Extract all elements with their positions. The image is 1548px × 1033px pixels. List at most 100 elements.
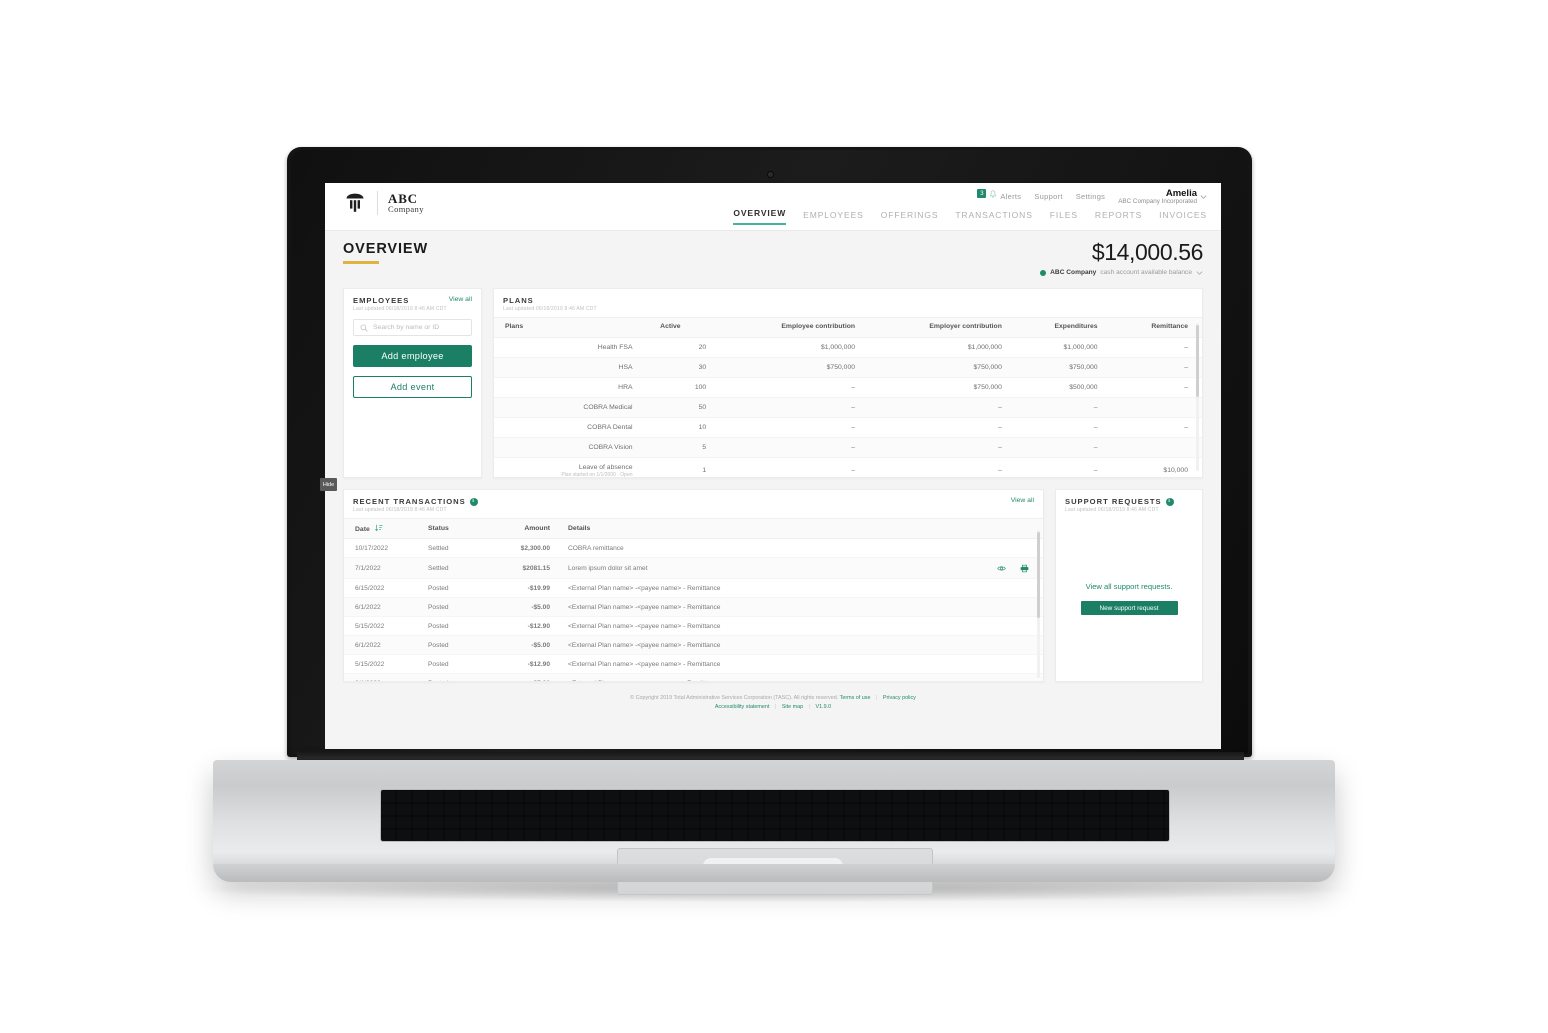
tab-invoices[interactable]: INVOICES — [1159, 210, 1207, 225]
cell-remittance — [1103, 397, 1202, 418]
cell-date: 6/1/2022 — [344, 673, 422, 681]
plans-table-head: Plans Active Employee contribution Emplo… — [494, 317, 1202, 338]
table-row[interactable]: COBRA Vision 5– – – — [494, 437, 1202, 458]
cell-plan-name[interactable]: COBRA Vision — [494, 437, 639, 458]
tab-offerings[interactable]: OFFERINGS — [881, 210, 939, 225]
view-icon[interactable] — [997, 564, 1006, 573]
col-expenditures[interactable]: Expenditures — [1007, 317, 1104, 338]
table-row[interactable]: 6/15/2022 Posted -$19.99 <External Plan nam… — [344, 578, 1043, 599]
terms-of-use-link[interactable]: Terms of use — [840, 695, 871, 701]
cell-active: 1 — [638, 457, 713, 477]
table-row[interactable]: 5/15/2022 Posted -$12.90 <External Plan nam… — [344, 654, 1043, 675]
settings-link[interactable]: Settings — [1076, 189, 1106, 201]
transactions-scrollbar-thumb[interactable] — [1037, 532, 1040, 618]
col-amount[interactable]: Amount — [488, 518, 556, 540]
cell-row-actions — [987, 597, 1043, 618]
cell-amount: $2,300.00 — [488, 538, 556, 559]
search-input[interactable] — [373, 324, 465, 332]
top-bar: ABC Company 3 Alerts Support Settings Am… — [325, 183, 1221, 231]
info-icon[interactable]: i — [469, 497, 478, 506]
page-body: OVERVIEW $14,000.56 ABC Company cash acc… — [325, 231, 1221, 720]
tab-reports[interactable]: REPORTS — [1095, 210, 1142, 225]
support-card-header: SUPPORT REQUESTS i Last updated 06/18/20… — [1056, 490, 1202, 518]
support-link[interactable]: Support — [1034, 189, 1062, 201]
plan-subtext: Plan started on 1/1/2000 · Open — [561, 471, 633, 478]
employees-last-updated: Last updated 06/18/2019 8:46 AM CDT — [353, 306, 447, 313]
accessibility-statement-link[interactable]: Accessibility statement — [715, 704, 770, 710]
add-event-button[interactable]: Add event — [353, 376, 472, 399]
col-active[interactable]: Active — [638, 317, 713, 338]
balance-caption-text: cash account available balance — [1100, 269, 1192, 276]
cell-amount: -$12.90 — [488, 654, 556, 675]
col-date[interactable]: Date — [344, 518, 422, 540]
tab-transactions[interactable]: TRANSACTIONS — [955, 210, 1032, 225]
main-nav: OVERVIEW EMPLOYEES OFFERINGS TRANSACTION… — [733, 208, 1207, 225]
col-plans[interactable]: Plans — [494, 317, 639, 338]
col-remittance[interactable]: Remittance — [1103, 317, 1202, 338]
table-row[interactable]: 6/1/2022Posted-$5.00<External Plan name>… — [344, 673, 1043, 681]
row-action-icons — [993, 564, 1037, 573]
support-last-updated: Last updated 06/18/2019 8:46 AM CDT — [1065, 507, 1159, 514]
user-menu[interactable]: Amelia ABC Company Incorporated — [1118, 188, 1207, 206]
footer-separator: | — [808, 704, 811, 711]
employee-search[interactable] — [353, 319, 472, 337]
balance-widget[interactable]: $14,000.56 ABC Company cash account avai… — [1040, 241, 1203, 276]
tab-overview[interactable]: OVERVIEW — [733, 208, 787, 225]
col-employee-contribution[interactable]: Employee contribution — [712, 317, 862, 338]
table-row[interactable]: HRA 100– $750,000 $500,000– — [494, 377, 1202, 398]
cell-employer-contribution: – — [861, 437, 1008, 458]
table-row[interactable]: Leave of absence Plan started on 1/1/2000… — [494, 457, 1202, 478]
transactions-view-all-link[interactable]: View all — [1011, 497, 1034, 504]
col-status[interactable]: Status — [422, 518, 488, 540]
table-row[interactable]: 7/1/2022 Settled $2081.15 Lorem ipsum dolor… — [344, 557, 1043, 580]
table-row[interactable]: 6/1/2022Posted-$5.00<External Plan name>… — [344, 597, 1043, 618]
cell-plan-name[interactable]: HRA — [494, 377, 639, 398]
table-row[interactable]: COBRA Dental 10– – – – — [494, 417, 1202, 438]
tab-files[interactable]: FILES — [1050, 210, 1078, 225]
transactions-table-body: 10/17/2022 Settled $2,300.00 COBRA remittan… — [344, 538, 1043, 681]
cell-remittance: – — [1103, 417, 1202, 438]
employees-view-all-link[interactable]: View all — [449, 296, 472, 303]
cell-plan-name[interactable]: COBRA Dental — [494, 417, 639, 438]
table-row[interactable]: COBRA Medical 50– – – — [494, 397, 1202, 418]
info-icon[interactable]: i — [1165, 497, 1174, 506]
cell-plan-name[interactable]: Leave of absence Plan started on 1/1/2000… — [494, 457, 639, 478]
transactions-table-head: Date Status Amount Details — [344, 518, 1043, 540]
table-row[interactable]: 10/17/2022 Settled $2,300.00 COBRA remittan… — [344, 538, 1043, 559]
cell-details: <External Plan name> -<payee name> - Rem… — [556, 673, 987, 681]
table-row[interactable]: HSA 30 $750,000 $750,000 $750,000– — [494, 357, 1202, 378]
keyboard — [381, 790, 1169, 841]
cell-plan-name[interactable]: COBRA Medical — [494, 397, 639, 418]
cell-expenditures: – — [1007, 437, 1104, 458]
hide-panel-tab[interactable]: Hide — [320, 478, 337, 491]
laptop-screen: ABC Company 3 Alerts Support Settings Am… — [325, 183, 1221, 749]
table-row[interactable]: 5/15/2022 Posted -$12.90 <External Plan nam… — [344, 616, 1043, 637]
add-employee-button[interactable]: Add employee — [353, 345, 472, 368]
new-support-request-button[interactable]: New support request — [1080, 601, 1178, 615]
site-map-link[interactable]: Site map — [782, 704, 803, 710]
brand-lockup[interactable]: ABC Company — [343, 191, 424, 215]
view-all-support-requests-link[interactable]: View all support requests. — [1086, 582, 1173, 591]
alerts-label: Alerts — [1000, 192, 1022, 201]
tab-employees[interactable]: EMPLOYEES — [803, 210, 864, 225]
cell-details: <External Plan name> -<payee name> - Rem… — [556, 635, 987, 656]
table-row[interactable]: 6/1/2022Posted-$5.00<External Plan name>… — [344, 635, 1043, 656]
cell-plan-name[interactable]: Health FSA — [494, 337, 639, 358]
col-details[interactable]: Details — [556, 518, 987, 540]
cell-plan-name[interactable]: HSA — [494, 357, 639, 378]
privacy-policy-link[interactable]: Privacy policy — [883, 695, 916, 701]
plans-card: PLANS Last updated 06/18/2019 8:46 AM CD… — [493, 288, 1203, 478]
alerts-link[interactable]: 3 Alerts — [977, 189, 1021, 201]
page-title: OVERVIEW — [343, 241, 429, 257]
user-org: ABC Company Incorporated — [1118, 198, 1197, 206]
support-card-body: View all support requests. New support r… — [1056, 582, 1202, 615]
chevron-down-icon[interactable] — [1196, 270, 1203, 275]
table-row[interactable]: Health FSA 20 $1,000,000 $1,000,000 $1,000,0… — [494, 337, 1202, 358]
print-icon[interactable] — [1020, 564, 1029, 573]
sort-descending-icon[interactable] — [374, 524, 383, 532]
cell-date: 6/1/2022 — [344, 597, 422, 618]
cell-amount: -$5.00 — [488, 673, 556, 681]
plans-scrollbar-thumb[interactable] — [1196, 325, 1199, 397]
cell-status: Posted — [422, 616, 488, 637]
col-employer-contribution[interactable]: Employer contribution — [861, 317, 1008, 338]
